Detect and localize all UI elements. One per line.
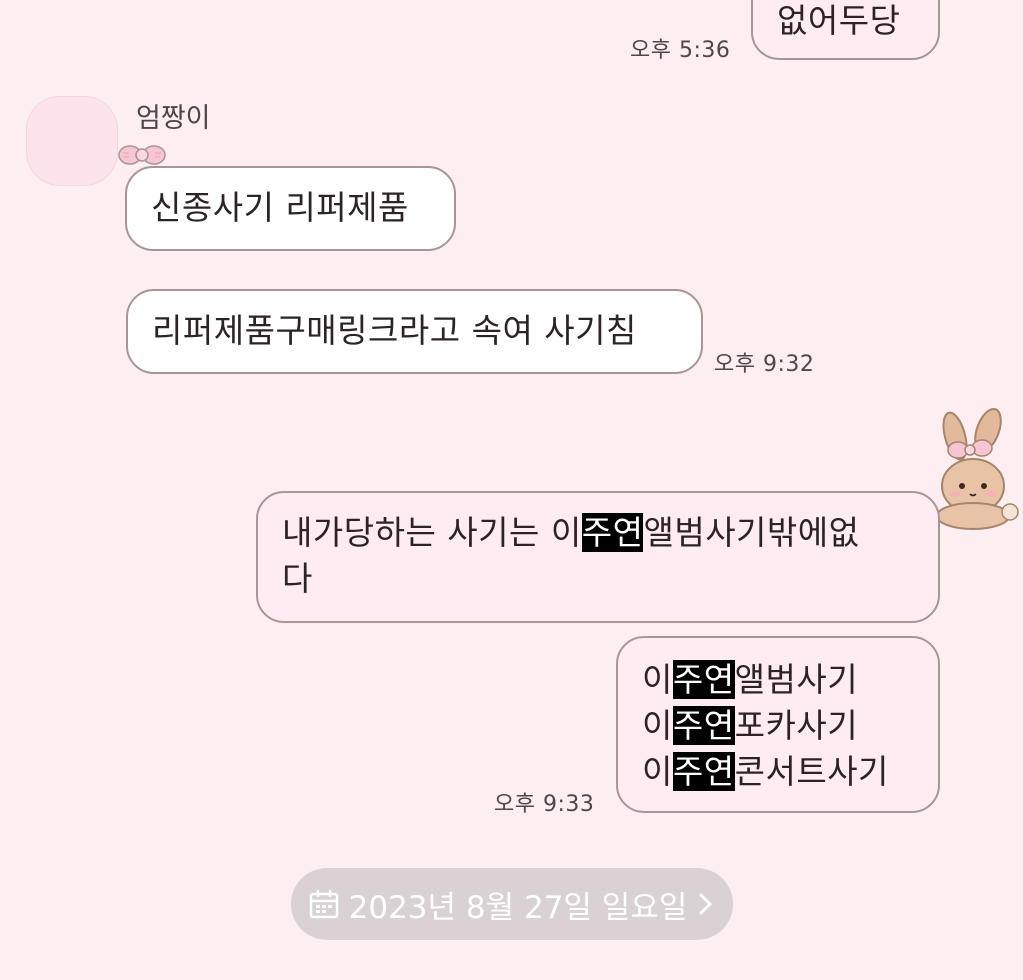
- message-bubble-incoming[interactable]: 리퍼제품구매링크라고 속여 사기침: [126, 289, 703, 374]
- text-segment: 앨범사기밖에없: [643, 513, 860, 552]
- text-segment: 내가당하는 사기는 이: [282, 513, 582, 552]
- date-label: 2023년 8월 27일 일요일: [348, 889, 688, 926]
- message-text: 신종사기 리퍼제품: [151, 188, 409, 227]
- text-segment: 이: [642, 660, 673, 699]
- message-bubble-incoming[interactable]: 신종사기 리퍼제품: [125, 166, 456, 251]
- avatar[interactable]: [26, 96, 118, 186]
- censored-text: 주연: [672, 660, 735, 699]
- bunny-sticker-icon: [936, 407, 1019, 530]
- sender-name: 엄짱이: [136, 103, 211, 134]
- message-text: 리퍼제품구매링크라고 속여 사기침: [152, 311, 637, 350]
- message-bubble-outgoing[interactable]: 없어두당: [751, 0, 940, 60]
- bow-icon: [118, 145, 166, 165]
- text-segment: 포카사기: [734, 706, 859, 745]
- message-timestamp: 오후 9:33: [494, 792, 595, 817]
- text-segment: 앨범사기: [734, 660, 859, 699]
- text-segment: 콘서트사기: [734, 752, 889, 791]
- message-text-line: 다: [282, 559, 313, 598]
- chevron-right-icon: [699, 893, 713, 915]
- message-text-line: 이주연포카사기: [642, 703, 938, 749]
- message-timestamp: 오후 9:32: [714, 352, 815, 377]
- message-text-line: 내가당하는 사기는 이주연앨범사기밖에없: [282, 510, 938, 556]
- message-text: 없어두당: [777, 1, 901, 40]
- text-segment: 이: [642, 706, 673, 745]
- message-bubble-outgoing[interactable]: 이주연앨범사기 이주연포카사기 이주연콘서트사기: [616, 636, 940, 813]
- calendar-icon: [309, 890, 338, 919]
- message-timestamp: 오후 5:36: [630, 38, 731, 63]
- censored-text: 주연: [672, 706, 735, 745]
- censored-text: 주연: [581, 513, 644, 552]
- censored-text: 주연: [672, 752, 735, 791]
- date-separator[interactable]: 2023년 8월 27일 일요일: [291, 868, 733, 940]
- message-bubble-outgoing[interactable]: 내가당하는 사기는 이주연앨범사기밖에없 다: [256, 491, 940, 623]
- message-text-line: 이주연앨범사기: [642, 657, 938, 703]
- message-text-line: 이주연콘서트사기: [642, 749, 938, 795]
- text-segment: 이: [642, 752, 673, 791]
